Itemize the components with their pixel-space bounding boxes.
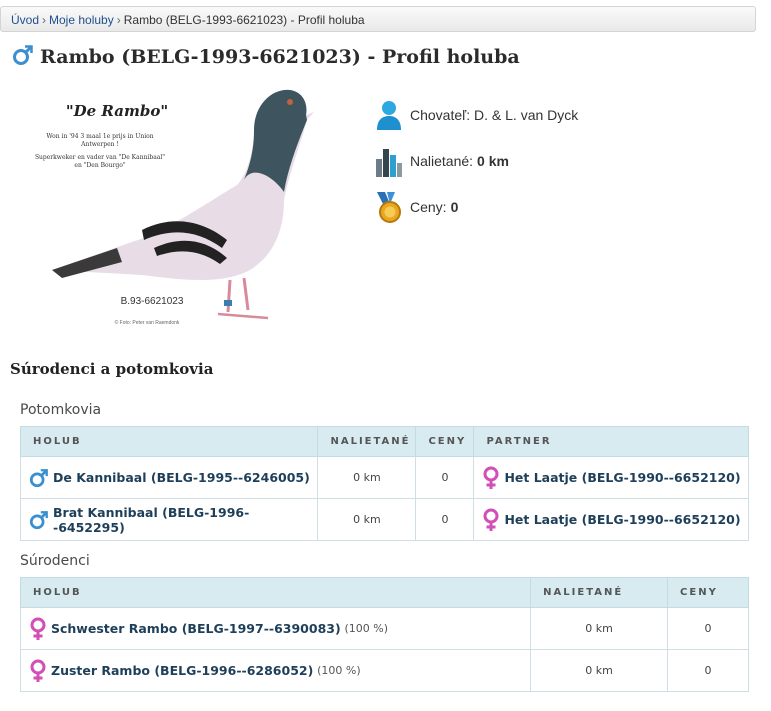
user-icon (372, 97, 406, 133)
siblings-heading: Súrodenci (20, 553, 90, 569)
breadcrumb: Úvod › Moje holuby › Rambo (BELG-1993-662102… (0, 6, 756, 32)
breadcrumb-separator: › (116, 13, 121, 27)
page-header: Rambo (BELG-1993-6621023) - Profil holub… (12, 44, 520, 70)
distance-cell: 0 km (530, 649, 669, 692)
column-header-pigeon: HOLUB (19, 577, 532, 608)
male-icon (12, 44, 34, 70)
female-icon (29, 659, 47, 683)
relation-percent: (100 %) (344, 622, 389, 635)
photo-caption-line3: Superkweker en vader van "De Kannibaal" (35, 154, 165, 161)
breadcrumb-separator: › (42, 13, 47, 27)
breadcrumb-current: Rambo (BELG-1993-6621023) - Profil holub… (123, 13, 365, 27)
medal-icon (372, 189, 406, 225)
prizes-value: 0 (450, 199, 459, 215)
column-header-distance: NALIETANÉ (317, 426, 417, 457)
pigeon-link[interactable]: Schwester Rambo (BELG-1997--6390083) (51, 621, 341, 636)
table-row: Zuster Rambo (BELG-1996--6286052) (100 %… (19, 649, 749, 692)
table-row: De Kannibaal (BELG-1995--6246005) 0 km 0… (19, 456, 749, 499)
photo-caption-line1: Won in '94 3 maal 1e prijs in Union (46, 133, 153, 140)
female-icon (29, 617, 47, 641)
male-icon (29, 468, 49, 488)
photo-caption-line2: Antwerpen ! (80, 141, 119, 148)
partner-link[interactable]: Het Laatje (BELG-1990--6652120) (504, 512, 740, 527)
column-header-partner: PARTNER (473, 426, 749, 457)
pigeon-photo: "De Rambo" Won in '94 3 maal 1e prijs in… (22, 80, 322, 330)
page-title: Rambo (BELG-1993-6621023) - Profil holub… (40, 46, 520, 68)
table-row: Schwester Rambo (BELG-1997--6390083) (10… (19, 607, 749, 650)
table-row: Brat Kannibaal (BELG-1996--6452295) 0 km… (19, 498, 749, 541)
table-header-row: HOLUB NALIETANÉ CENY (19, 577, 749, 608)
prizes-cell: 0 (667, 607, 749, 650)
siblings-table: HOLUB NALIETANÉ CENY Schwester Rambo (BE… (19, 577, 749, 692)
distance-cell: 0 km (317, 498, 417, 541)
table-header-row: HOLUB NALIETANÉ CENY PARTNER (19, 426, 749, 457)
breeder-label: Chovateľ: (410, 107, 471, 123)
male-icon (29, 510, 49, 530)
prizes-cell: 0 (415, 456, 475, 499)
pigeon-link[interactable]: De Kannibaal (BELG-1995--6246005) (53, 470, 310, 485)
prizes-label: Ceny: (410, 199, 447, 215)
breeder-value: D. & L. van Dyck (474, 107, 579, 123)
photo-ring-number: B.93-6621023 (121, 296, 184, 307)
prizes-cell: 0 (415, 498, 475, 541)
column-header-pigeon: HOLUB (19, 426, 319, 457)
prizes-cell: 0 (667, 649, 749, 692)
prizes-row: Ceny: 0 (372, 184, 578, 230)
breadcrumb-home-link[interactable]: Úvod (11, 13, 39, 27)
offspring-heading: Potomkovia (20, 402, 102, 418)
photo-caption-title: "De Rambo" (66, 102, 168, 120)
column-header-distance: NALIETANÉ (530, 577, 669, 608)
pigeon-info-panel: Chovateľ: D. & L. van Dyck Nalietané: 0 k… (372, 92, 578, 230)
distance-row: Nalietané: 0 km (372, 138, 578, 184)
column-header-prizes: CENY (667, 577, 749, 608)
breeder-row: Chovateľ: D. & L. van Dyck (372, 92, 578, 138)
siblings-offspring-heading: Súrodenci a potomkovia (10, 360, 214, 378)
female-icon (482, 466, 500, 490)
distance-value: 0 km (477, 153, 509, 169)
partner-link[interactable]: Het Laatje (BELG-1990--6652120) (504, 470, 740, 485)
column-header-prizes: CENY (415, 426, 475, 457)
relation-percent: (100 %) (317, 664, 361, 677)
distance-cell: 0 km (530, 607, 669, 650)
distance-label: Nalietané: (410, 153, 474, 169)
pigeon-link[interactable]: Brat Kannibaal (BELG-1996--6452295) (53, 505, 317, 535)
photo-credit: © Foto: Peter van Raemdonk (115, 319, 180, 326)
distance-cell: 0 km (317, 456, 417, 499)
pigeon-link[interactable]: Zuster Rambo (BELG-1996--6286052) (51, 663, 313, 678)
female-icon (482, 508, 500, 532)
photo-caption-line4: en "Den Bourgo" (74, 162, 125, 169)
bar-chart-icon (372, 143, 406, 179)
offspring-table: HOLUB NALIETANÉ CENY PARTNER De Kannibaa… (19, 426, 749, 541)
breadcrumb-my-pigeons-link[interactable]: Moje holuby (49, 13, 114, 27)
